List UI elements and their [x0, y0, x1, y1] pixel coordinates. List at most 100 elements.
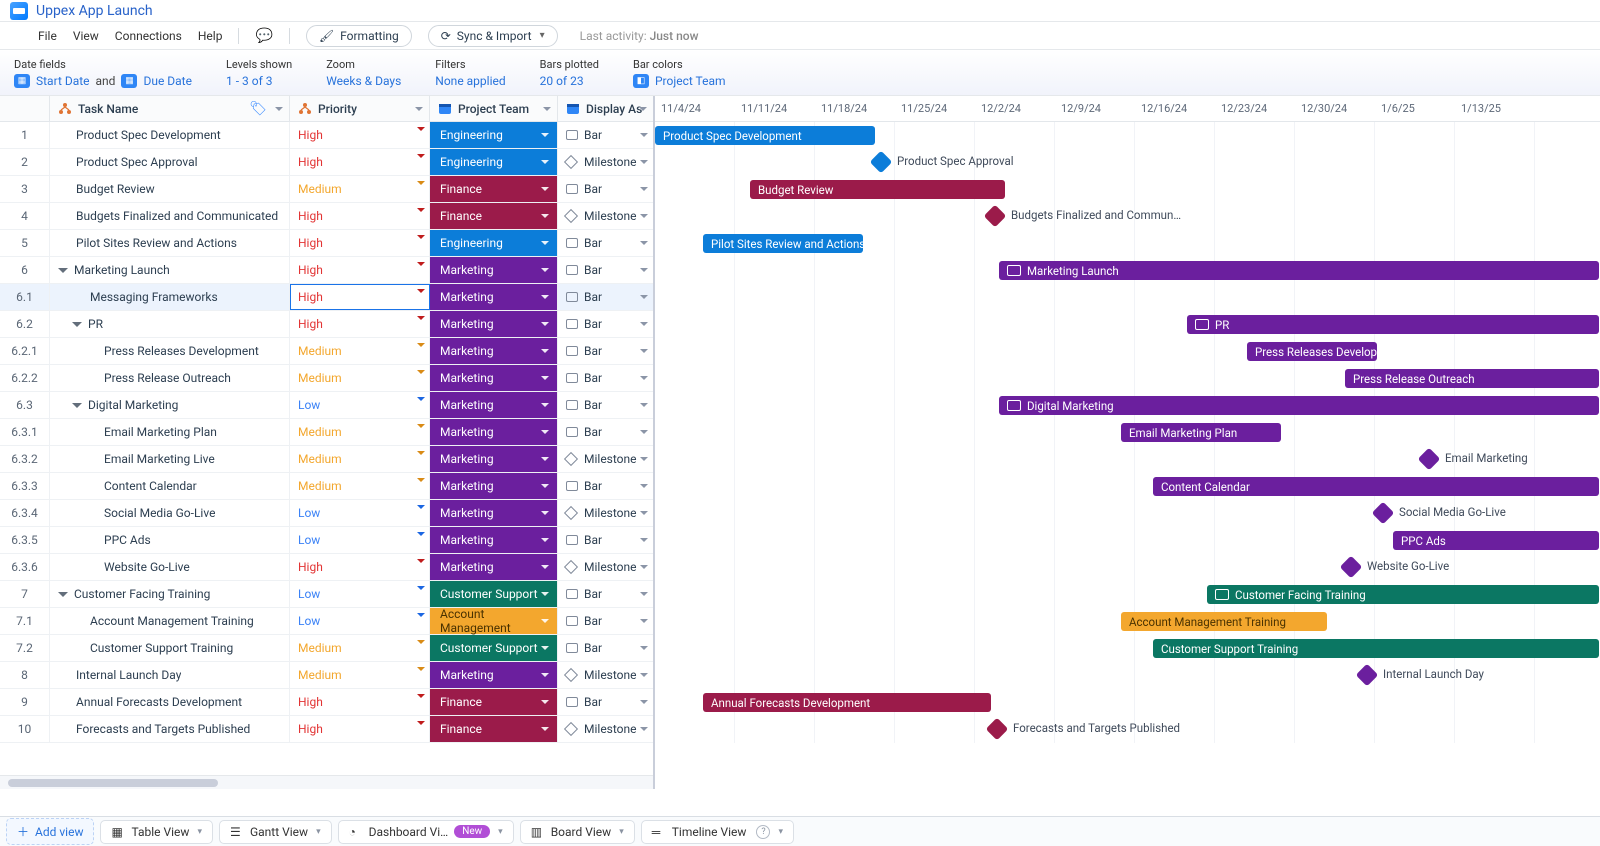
chevron-down-icon[interactable] [417, 154, 425, 158]
table-row[interactable]: 6.3.6Website Go-LiveHighMarketingMilesto… [0, 554, 653, 581]
tab-table-view[interactable]: ▦ Table View ▾ [100, 820, 213, 844]
gantt-bar[interactable]: PR [1187, 315, 1599, 334]
team-cell[interactable]: Engineering [430, 122, 558, 148]
chevron-down-icon[interactable] [417, 667, 425, 671]
formatting-button[interactable]: 🖌 Formatting [306, 25, 412, 47]
gantt-bar[interactable]: Press Release Outreach [1345, 369, 1599, 388]
display-cell[interactable]: Bar [558, 419, 653, 445]
gantt-milestone[interactable] [1356, 664, 1379, 687]
display-cell[interactable]: Bar [558, 608, 653, 634]
team-cell[interactable]: Customer Support [430, 581, 558, 607]
team-cell[interactable]: Marketing [430, 392, 558, 418]
team-cell[interactable]: Marketing [430, 527, 558, 553]
chevron-down-icon[interactable]: ▾ [498, 827, 503, 837]
table-row[interactable]: 6.3Digital MarketingLowMarketingBar [0, 392, 653, 419]
priority-cell[interactable]: High [290, 257, 430, 283]
team-cell[interactable]: Finance [430, 176, 558, 202]
priority-cell[interactable]: Low [290, 581, 430, 607]
chevron-down-icon[interactable] [640, 241, 648, 245]
chevron-down-icon[interactable] [640, 214, 648, 218]
chevron-down-icon[interactable]: ▾ [316, 827, 321, 837]
priority-cell[interactable]: Medium [290, 338, 430, 364]
task-cell[interactable]: Content Calendar [50, 473, 290, 499]
priority-cell[interactable]: Medium [290, 635, 430, 661]
cfg-bars[interactable]: Bars plotted 20 of 23 [540, 58, 599, 88]
gantt-bar[interactable]: Pilot Sites Review and Actions [703, 234, 863, 253]
gantt-bar[interactable]: Email Marketing Plan [1121, 423, 1281, 442]
task-cell[interactable]: Digital Marketing [50, 392, 290, 418]
horizontal-scroll[interactable] [0, 775, 653, 789]
chevron-down-icon[interactable] [417, 289, 425, 293]
table-row[interactable]: 5Pilot Sites Review and ActionsHighEngin… [0, 230, 653, 257]
table-row[interactable]: 6.3.4Social Media Go-LiveLowMarketingMil… [0, 500, 653, 527]
chevron-down-icon[interactable] [640, 646, 648, 650]
chevron-down-icon[interactable] [640, 565, 648, 569]
task-cell[interactable]: Social Media Go-Live [50, 500, 290, 526]
priority-cell[interactable]: Medium [290, 419, 430, 445]
menu-connections[interactable]: Connections [115, 29, 182, 43]
chevron-down-icon[interactable] [640, 322, 648, 326]
team-cell[interactable]: Marketing [430, 662, 558, 688]
team-cell[interactable]: Finance [430, 689, 558, 715]
gantt-milestone[interactable] [984, 205, 1007, 228]
chevron-down-icon[interactable] [417, 451, 425, 455]
priority-cell[interactable]: High [290, 554, 430, 580]
priority-cell[interactable]: Low [290, 608, 430, 634]
tab-dashboard-view[interactable]: ◔ Dashboard Vi… New ▾ [338, 820, 514, 844]
table-row[interactable]: 2Product Spec ApprovalHighEngineeringMil… [0, 149, 653, 176]
chevron-down-icon[interactable] [640, 376, 648, 380]
task-cell[interactable]: Annual Forecasts Development [50, 689, 290, 715]
task-cell[interactable]: Product Spec Approval [50, 149, 290, 175]
chevron-down-icon[interactable] [417, 370, 425, 374]
display-cell[interactable]: Milestone [558, 446, 653, 472]
display-cell[interactable]: Bar [558, 392, 653, 418]
chevron-down-icon[interactable] [417, 127, 425, 131]
display-cell[interactable]: Milestone [558, 662, 653, 688]
chevron-down-icon[interactable] [640, 268, 648, 272]
gantt-bar[interactable]: Press Releases Development [1247, 342, 1377, 361]
gantt-bar[interactable]: Account Management Training [1121, 612, 1327, 631]
task-cell[interactable]: Budget Review [50, 176, 290, 202]
team-cell[interactable]: Customer Support [430, 635, 558, 661]
chevron-down-icon[interactable] [417, 559, 425, 563]
gantt-milestone[interactable] [986, 718, 1009, 741]
priority-cell[interactable]: Low [290, 392, 430, 418]
task-cell[interactable]: Customer Support Training [50, 635, 290, 661]
tag-icon[interactable]: 🏷 [249, 101, 267, 117]
chevron-down-icon[interactable] [639, 107, 647, 111]
team-cell[interactable]: Marketing [430, 500, 558, 526]
chevron-down-icon[interactable] [417, 397, 425, 401]
chevron-down-icon[interactable] [640, 349, 648, 353]
priority-cell[interactable]: Low [290, 527, 430, 553]
chevron-down-icon[interactable] [417, 721, 425, 725]
expand-icon[interactable] [72, 322, 82, 327]
chevron-down-icon[interactable] [640, 484, 648, 488]
priority-cell[interactable]: Medium [290, 662, 430, 688]
add-view-button[interactable]: ＋ Add view [6, 818, 94, 845]
task-cell[interactable]: Email Marketing Live [50, 446, 290, 472]
chat-icon[interactable]: 💬 [255, 28, 272, 44]
chevron-down-icon[interactable] [417, 532, 425, 536]
chevron-down-icon[interactable] [417, 478, 425, 482]
menu-view[interactable]: View [73, 29, 99, 43]
priority-cell[interactable]: Low [290, 500, 430, 526]
chevron-down-icon[interactable]: ▾ [197, 827, 202, 837]
chevron-down-icon[interactable] [417, 640, 425, 644]
tab-gantt-view[interactable]: ☰ Gantt View ▾ [219, 820, 332, 844]
priority-cell[interactable]: High [290, 230, 430, 256]
chevron-down-icon[interactable] [640, 133, 648, 137]
priority-cell[interactable]: High [290, 203, 430, 229]
table-row[interactable]: 6.3.5PPC AdsLowMarketingBar [0, 527, 653, 554]
team-cell[interactable]: Marketing [430, 365, 558, 391]
display-cell[interactable]: Bar [558, 527, 653, 553]
chevron-down-icon[interactable] [417, 613, 425, 617]
chevron-down-icon[interactable] [417, 208, 425, 212]
display-cell[interactable]: Bar [558, 176, 653, 202]
gantt-bar[interactable]: Product Spec Development [655, 126, 875, 145]
gantt-bar[interactable]: Marketing Launch [999, 261, 1599, 280]
cfg-date-fields[interactable]: Date fields ▦ Start Date and ▦ Due Date [14, 58, 192, 88]
team-cell[interactable]: Marketing [430, 473, 558, 499]
team-cell[interactable]: Finance [430, 203, 558, 229]
priority-cell[interactable]: Medium [290, 446, 430, 472]
team-cell[interactable]: Account Management [430, 608, 558, 634]
